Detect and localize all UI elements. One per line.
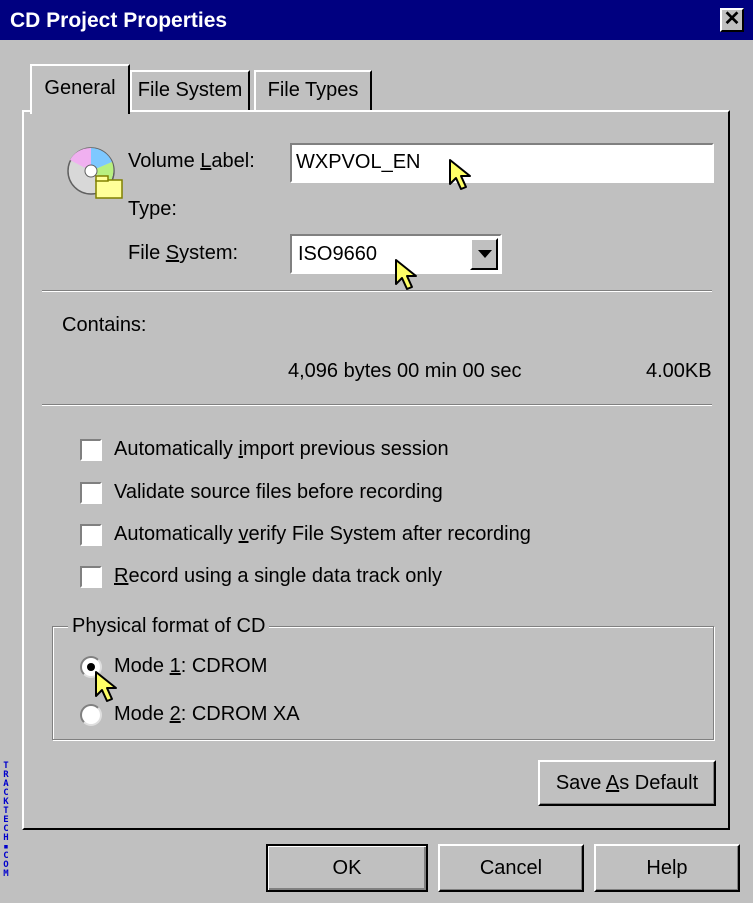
arrow-pointer-cursor	[95, 671, 117, 702]
watermark-letter: M	[3, 869, 9, 879]
window-title: CD Project Properties	[10, 9, 228, 32]
title-bar: CD Project Properties ✕	[0, 0, 753, 40]
arrow-pointer-cursor	[449, 159, 471, 190]
tab-panel-general	[22, 110, 730, 830]
help-button[interactable]: Help	[594, 844, 740, 892]
arrow-pointer-cursor	[395, 259, 417, 290]
watermark-text: T R A C K T E C H ▪ C O M	[0, 762, 12, 879]
tab-file-system[interactable]: File System	[130, 70, 250, 110]
tab-general[interactable]: General	[30, 64, 130, 114]
close-button[interactable]: ✕	[720, 8, 744, 32]
close-icon: ✕	[723, 8, 741, 30]
ok-button[interactable]: OK	[266, 844, 428, 892]
cancel-button[interactable]: Cancel	[438, 844, 584, 892]
tab-file-types[interactable]: File Types	[254, 70, 372, 110]
